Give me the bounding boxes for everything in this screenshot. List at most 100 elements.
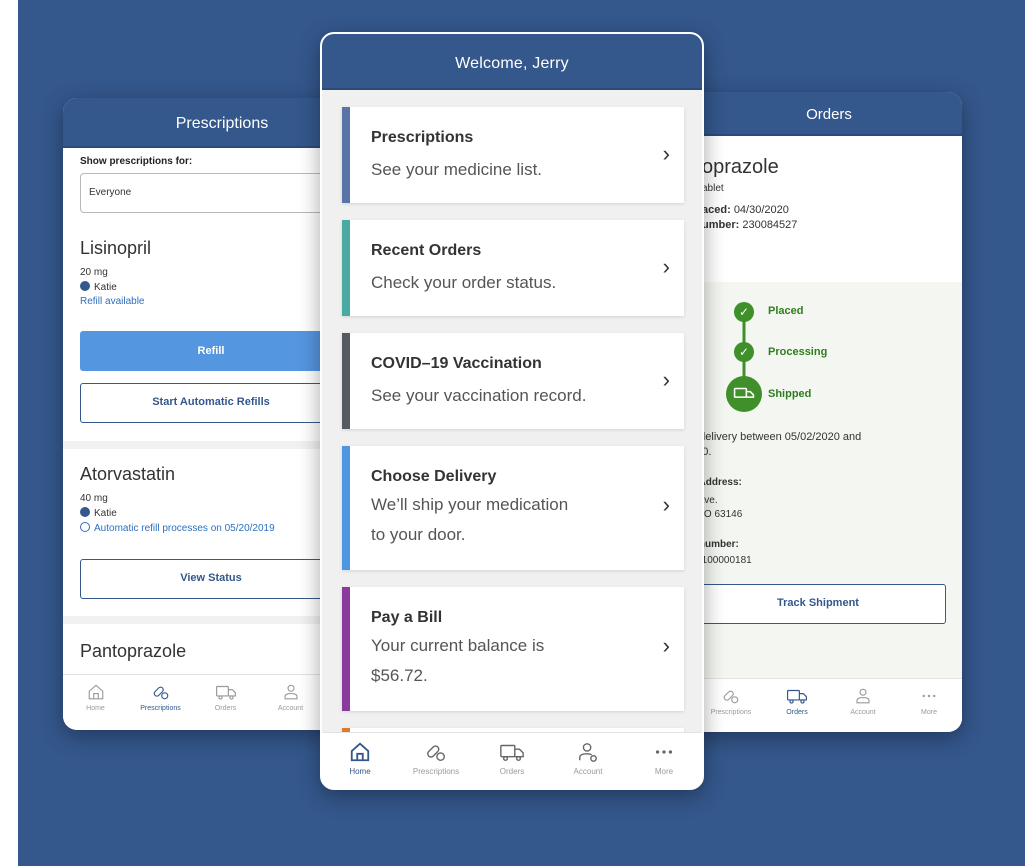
step-placed: Placed [768, 305, 804, 317]
account-icon [856, 688, 870, 704]
order-summary: oprazole ablet aced: 04/30/2020 umber: 2… [702, 156, 797, 231]
screen-title: Orders [806, 106, 852, 123]
start-automatic-refills-button[interactable]: Start Automatic Refills [80, 383, 342, 423]
auto-refill-text: Automatic refill processes on 05/20/2019 [94, 523, 275, 534]
nav-label: Prescriptions [412, 767, 460, 776]
account-icon [283, 684, 298, 700]
filter-select[interactable]: Everyone [80, 173, 340, 213]
nav-label: Account [850, 709, 876, 716]
card-title: Prescriptions [371, 129, 474, 146]
nav-label: Prescriptions [140, 705, 181, 712]
bottom-nav: Home Prescriptions Orders Account [63, 674, 323, 730]
nav-orders[interactable]: Orders [474, 741, 550, 788]
card-subtitle: See your vaccination record. [371, 386, 587, 405]
menu-card-choose-delivery[interactable]: Choose Delivery We’ll ship your medicati… [342, 446, 684, 570]
screen-header: Welcome, Jerry [322, 34, 702, 90]
card-subtitle: See your medicine list. [371, 160, 543, 179]
prescription-item-1: Lisinopril 20 mg Katie Refill available [80, 238, 340, 307]
order-drug-name: oprazole [702, 156, 779, 178]
nav-home[interactable]: Home [322, 741, 398, 788]
delivery-text: 020. [690, 445, 950, 460]
screen-header: Prescriptions [63, 98, 343, 148]
view-status-button[interactable]: View Status [80, 559, 342, 599]
card-accent [342, 333, 350, 429]
nav-label: Orders [499, 767, 525, 776]
home-screen: Welcome, Jerry Prescriptions See your me… [320, 32, 704, 790]
nav-label: Home [86, 705, 105, 712]
pill-icon [723, 690, 739, 704]
refill-status-link[interactable]: Refill available [80, 296, 340, 307]
drug-dose: 20 mg [80, 267, 108, 278]
track-shipment-button[interactable]: Track Shipment [690, 584, 946, 624]
pill-icon [153, 686, 168, 700]
truck-icon [726, 376, 762, 412]
menu-list: Prescriptions See your medicine list. › … [322, 90, 702, 732]
nav-prescriptions[interactable]: Prescriptions [398, 741, 474, 788]
card-title: COVID–19 Vaccination [371, 355, 542, 372]
welcome-title: Welcome, Jerry [455, 55, 569, 72]
more-icon [655, 750, 673, 754]
bottom-nav: Prescriptions Orders Account More [680, 678, 962, 732]
bottom-nav: Home Prescriptions Orders Account More [322, 732, 702, 788]
nav-account[interactable]: Account [830, 687, 896, 732]
order-drug-form: ablet [702, 183, 724, 194]
nav-account[interactable]: Account [550, 741, 626, 788]
card-accent [342, 587, 350, 711]
card-subtitle: to your door. [371, 525, 466, 544]
nav-label: Home [349, 767, 371, 776]
card-title: Recent Orders [371, 242, 482, 259]
home-icon [88, 684, 103, 700]
order-placed-value: 04/30/2020 [733, 204, 789, 216]
delivery-estimate: d delivery between 05/02/2020 and 020. [690, 430, 950, 460]
auto-refill-icon [80, 522, 90, 532]
nav-more[interactable]: More [626, 741, 702, 788]
nav-label: Account [573, 767, 603, 776]
divider [63, 616, 343, 624]
refill-button[interactable]: Refill [80, 331, 342, 371]
nav-home[interactable]: Home [63, 683, 128, 730]
drug-name: Pantoprazole [80, 641, 187, 661]
menu-card-pay-bill[interactable]: Pay a Bill Your current balance is $56.7… [342, 587, 684, 711]
card-subtitle: Check your order status. [371, 273, 557, 292]
nav-prescriptions[interactable]: Prescriptions [128, 683, 193, 730]
nav-label: More [654, 767, 674, 776]
nav-orders[interactable]: Orders [764, 687, 830, 732]
prescription-item-2: Atorvastatin 40 mg Katie Automatic refil… [80, 464, 342, 534]
drug-name: Atorvastatin [80, 464, 176, 484]
menu-card-prescriptions[interactable]: Prescriptions See your medicine list. › [342, 107, 684, 203]
nav-orders[interactable]: Orders [193, 683, 258, 730]
orders-screen: Orders oprazole ablet aced: 04/30/2020 u… [680, 92, 962, 732]
order-number-value: 230084527 [742, 219, 798, 231]
pill-icon [427, 745, 445, 761]
nav-account[interactable]: Account [258, 683, 323, 730]
step-shipped: Shipped [768, 388, 812, 400]
chevron-right-icon: › [662, 141, 670, 166]
card-subtitle: We’ll ship your medication [371, 495, 569, 514]
order-placed: aced: 04/30/2020 [702, 204, 797, 216]
step-processing: Processing [768, 346, 828, 358]
patient-dot-icon [80, 507, 90, 517]
patient-row: Katie [80, 507, 342, 519]
nav-prescriptions[interactable]: Prescriptions [698, 687, 764, 732]
card-title: Pay a Bill [371, 609, 443, 626]
truck-icon [786, 689, 808, 704]
account-settings-icon [579, 743, 597, 762]
patient-row: Katie [80, 281, 340, 293]
card-accent [342, 446, 350, 570]
order-placed-label: aced: [702, 204, 731, 216]
prescriptions-screen: Prescriptions Show prescriptions for: Ev… [63, 98, 343, 730]
tracking-panel: ✓ Placed ✓ Processing Shipped d delivery… [680, 282, 962, 732]
chevron-right-icon: › [662, 367, 670, 392]
filter-group: Show prescriptions for: Everyone [80, 156, 340, 213]
order-number: umber: 230084527 [702, 219, 797, 231]
nav-label: Account [277, 705, 304, 712]
menu-card-covid-vaccination[interactable]: COVID–19 Vaccination See your vaccinatio… [342, 333, 684, 429]
check-icon: ✓ [734, 342, 754, 362]
check-icon: ✓ [734, 302, 754, 322]
nav-more[interactable]: More [896, 687, 962, 732]
card-subtitle: Your current balance is [371, 636, 545, 655]
divider [63, 441, 343, 449]
truck-icon [500, 744, 524, 762]
menu-card-recent-orders[interactable]: Recent Orders Check your order status. › [342, 220, 684, 316]
card-title: Choose Delivery [371, 468, 497, 485]
